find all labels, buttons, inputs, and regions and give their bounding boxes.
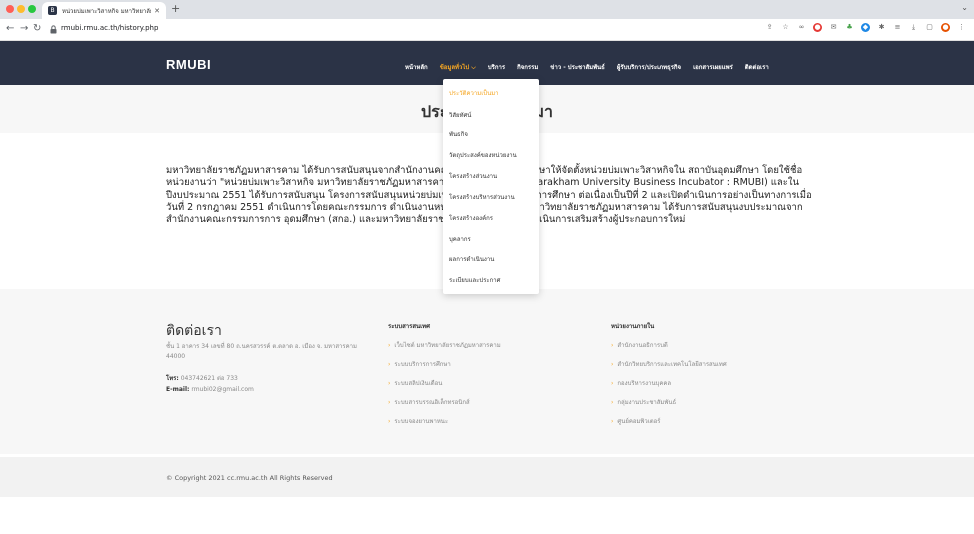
download-icon[interactable]: ⤓ — [909, 23, 918, 32]
nav-news[interactable]: ข่าว - ประชาสัมพันธ์ — [550, 62, 605, 72]
copyright-text: © Copyright 2021 cc.rmu.ac.th All Rights… — [166, 474, 333, 482]
footer-link[interactable]: › เว็บไซต์ มหาวิทยาลัยราชภัฏมหาสารคาม — [388, 340, 501, 350]
email-value[interactable]: rmubi02@gmail.com — [191, 386, 254, 393]
nav-home[interactable]: หน้าหลัก — [405, 62, 428, 72]
nav-documents[interactable]: เอกสารเผยแพร่ — [693, 62, 733, 72]
chevron-right-icon: › — [388, 361, 391, 368]
copyright-band — [0, 457, 974, 497]
footer — [0, 289, 974, 454]
chevron-right-icon: › — [611, 361, 614, 368]
main-nav: หน้าหลัก ข้อมูลทั่วไป ⌵ บริการ กิจกรรม ข… — [405, 62, 769, 72]
dropdown-item-objectives[interactable]: วัตถุประสงค์ของหน่วยงาน — [449, 150, 517, 160]
address-bar[interactable]: rmubi.rmu.ac.th/history.php — [61, 24, 158, 32]
nav-clients[interactable]: ผู้รับบริการ/ประเภทธุรกิจ — [617, 62, 681, 72]
footer-link[interactable]: › ระบบสารบรรณอิเล็กทรอนิกส์ — [388, 397, 470, 407]
phone-value: 043742621 ต่อ 733 — [180, 375, 238, 382]
phone-label: โทร: — [166, 375, 179, 382]
email-label: E-mail: — [166, 386, 190, 393]
chevron-right-icon: › — [611, 399, 614, 406]
dropdown-item-history[interactable]: ประวัติความเป็นมา — [449, 88, 499, 98]
browser-extensions: ⇪ ☆ ∞ ● ✉ ♣ ◆ ✱ ≡ ⤓ ▢ ● ⋮ — [765, 23, 966, 32]
record-extension-icon[interactable]: ● — [813, 23, 822, 32]
dropdown-item-regulations[interactable]: ระเบียบและประกาศ — [449, 275, 500, 285]
tab-close-icon[interactable]: ✕ — [154, 7, 160, 15]
chevron-right-icon: › — [611, 342, 614, 349]
contact-title: ติดต่อเรา — [166, 323, 222, 339]
nav-contact[interactable]: ติดต่อเรา — [745, 62, 769, 72]
internal-units-title: หน่วยงานภายใน — [611, 323, 655, 330]
chevron-right-icon: › — [388, 342, 391, 349]
footer-link[interactable]: › ระบบจองยานพาหนะ — [388, 416, 448, 426]
profile-avatar-icon[interactable]: ● — [941, 23, 950, 32]
nav-general-info[interactable]: ข้อมูลทั่วไป ⌵ — [440, 62, 476, 72]
puzzle-extensions-icon[interactable]: ✱ — [877, 23, 886, 32]
footer-link[interactable]: › สำนักวิทยบริการและเทคโนโลยีสารสนเทศ — [611, 359, 727, 369]
close-window-button[interactable] — [6, 5, 14, 13]
reload-icon[interactable]: ↻ — [33, 23, 41, 35]
dropdown-item-admin-structure[interactable]: โครงสร้างบริหารส่วนงาน — [449, 192, 515, 202]
back-arrow-icon[interactable]: ← — [6, 23, 14, 35]
contact-address: ชั้น 1 อาคาร 34 เลขที่ 80 ถ.นครสวรรค์ ต.… — [166, 343, 357, 360]
footer-link[interactable]: › ระบบบริการการศึกษา — [388, 359, 451, 369]
leaf-extension-icon[interactable]: ♣ — [845, 23, 854, 32]
chevron-right-icon: › — [388, 418, 391, 425]
bookmark-star-icon[interactable]: ☆ — [781, 23, 790, 32]
chevron-right-icon: › — [611, 380, 614, 387]
chevron-right-icon: › — [388, 380, 391, 387]
footer-link[interactable]: › กลุ่มงานประชาสัมพันธ์ — [611, 397, 676, 407]
contact-email: E-mail: rmubi02@gmail.com — [166, 385, 376, 395]
nav-services[interactable]: บริการ — [488, 62, 505, 72]
dropdown-item-org-structure[interactable]: โครงสร้างองค์กร — [449, 213, 493, 223]
contact-phone: โทร: 043742621 ต่อ 733 — [166, 374, 376, 384]
split-view-icon[interactable]: ▢ — [925, 23, 934, 32]
dropdown-item-mission[interactable]: พันธกิจ — [449, 129, 468, 139]
browser-toolbar: ← → ↻ rmubi.rmu.ac.th/history.php ⇪ ☆ ∞ … — [0, 19, 974, 41]
share-icon[interactable]: ⇪ — [765, 23, 774, 32]
dropdown-item-structure[interactable]: โครงสร้างส่วนงาน — [449, 171, 497, 181]
forward-arrow-icon[interactable]: → — [20, 23, 28, 35]
colorful-extension-icon[interactable]: ◆ — [861, 23, 870, 32]
chevron-right-icon: › — [388, 399, 391, 406]
reading-list-icon[interactable]: ≡ — [893, 23, 902, 32]
mail-extension-icon[interactable]: ✉ — [829, 23, 838, 32]
infinity-extension-icon[interactable]: ∞ — [797, 23, 806, 32]
tab-menu-icon[interactable]: ⌄ — [961, 3, 968, 12]
dropdown-item-vision[interactable]: วิสัยทัศน์ — [449, 110, 471, 120]
maximize-window-button[interactable] — [28, 5, 36, 13]
browser-tab-bar: B หน่วยบ่มเพาะวิสาหกิจ มหาวิทยาลัย ✕ + ⌄ — [0, 0, 974, 19]
footer-link[interactable]: › ระบบสลิปเงินเดือน — [388, 378, 442, 388]
footer-link[interactable]: › สำนักงานอธิการบดี — [611, 340, 668, 350]
favicon-icon: B — [48, 6, 57, 15]
nav-activities[interactable]: กิจกรรม — [517, 62, 538, 72]
footer-link[interactable]: › กองบริหารงานบุคคล — [611, 378, 671, 388]
minimize-window-button[interactable] — [17, 5, 25, 13]
browser-tab[interactable]: B หน่วยบ่มเพาะวิสาหกิจ มหาวิทยาลัย ✕ — [42, 2, 166, 19]
lock-icon — [50, 25, 57, 34]
site-logo[interactable]: RMUBI — [166, 57, 211, 72]
info-systems-title: ระบบสารสนเทศ — [388, 323, 430, 330]
browser-menu-icon[interactable]: ⋮ — [957, 23, 966, 32]
tab-title: หน่วยบ่มเพาะวิสาหกิจ มหาวิทยาลัย — [62, 7, 152, 15]
dropdown-item-personnel[interactable]: บุคลากร — [449, 234, 471, 244]
chevron-right-icon: › — [611, 418, 614, 425]
new-tab-button[interactable]: + — [171, 2, 180, 16]
general-info-dropdown: ประวัติความเป็นมา วิสัยทัศน์ พันธกิจ วัต… — [443, 79, 539, 294]
dropdown-item-performance[interactable]: ผลการดำเนินงาน — [449, 254, 494, 264]
footer-link[interactable]: › ศูนย์คอมพิวเตอร์ — [611, 416, 661, 426]
